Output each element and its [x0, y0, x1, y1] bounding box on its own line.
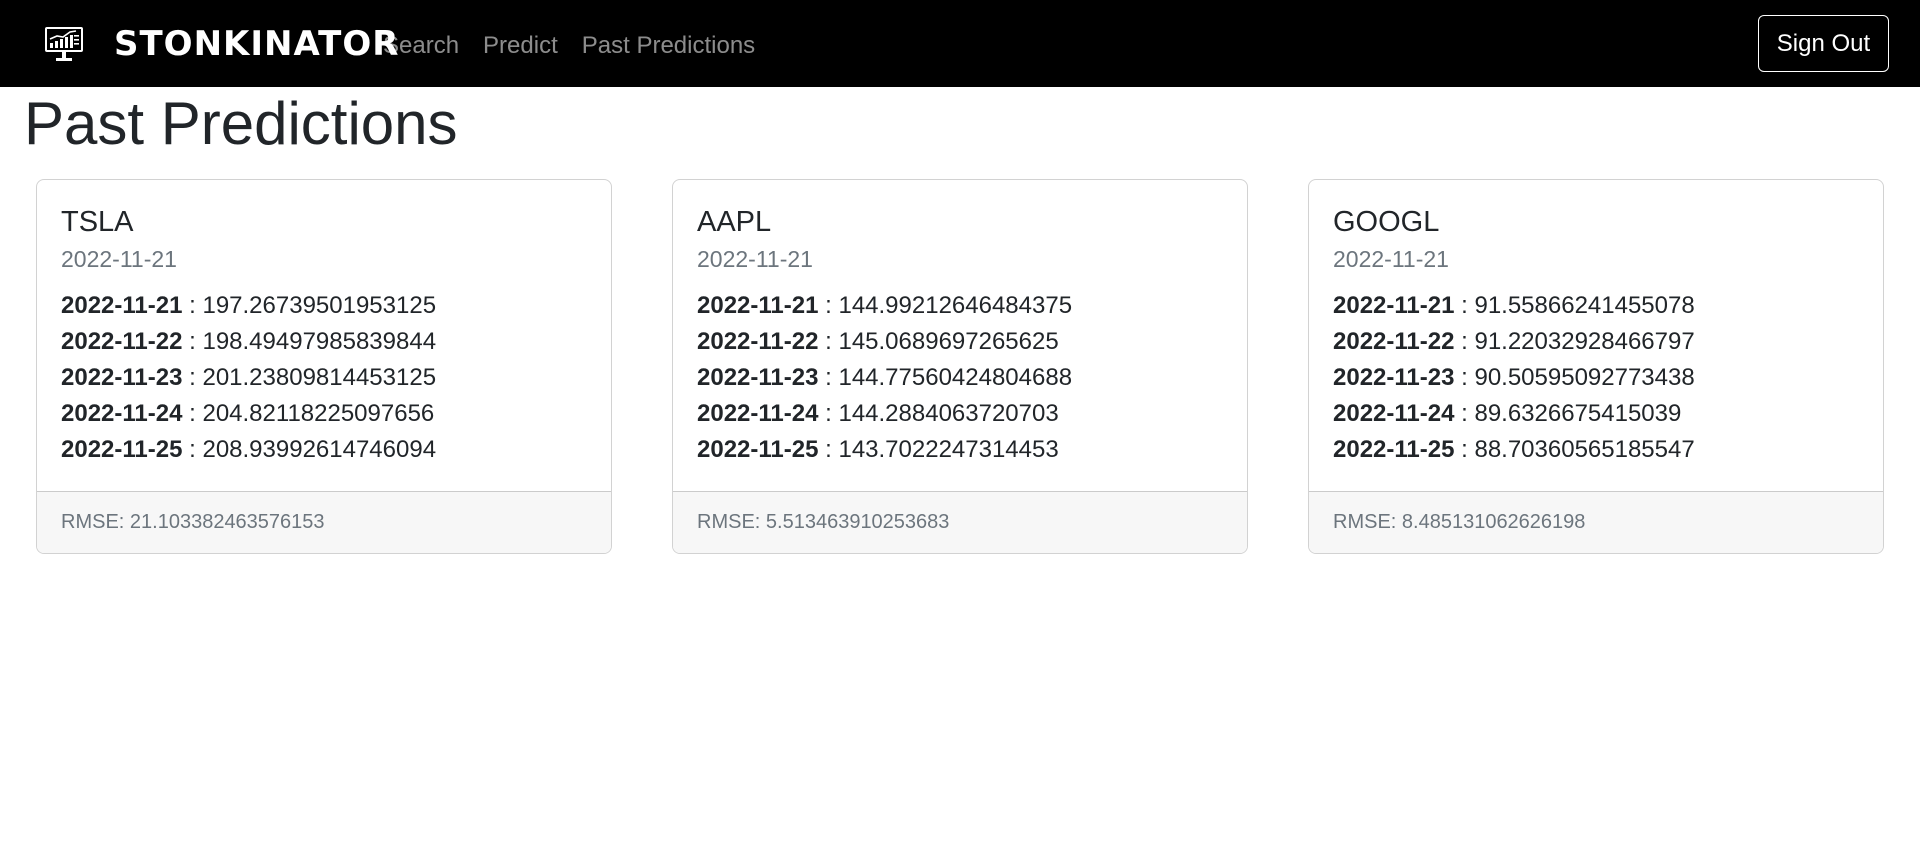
prediction-card-aapl: AAPL 2022-11-21 2022-11-21 : 144.9921264… — [672, 179, 1248, 554]
prediction-row: 2022-11-25 : 143.7022247314453 — [697, 436, 1059, 463]
prediction-value: 144.2884063720703 — [838, 400, 1059, 427]
prediction-date: 2022-11-25 — [1333, 436, 1455, 463]
prediction-value: 197.26739501953125 — [202, 292, 437, 319]
prediction-value: 204.82118225097656 — [202, 400, 435, 427]
prediction-date: 2022-11-23 — [1333, 364, 1455, 391]
card-date: 2022-11-21 — [697, 246, 813, 272]
top-navbar: STONKINATOR Search Predict Past Predicti… — [0, 0, 1920, 87]
nav-link-past-predictions[interactable]: Past Predictions — [582, 28, 755, 64]
card-footer-rmse: RMSE: 21.103382463576153 — [37, 491, 611, 553]
prediction-row: 2022-11-21 : 91.55866241455078 — [1333, 292, 1695, 319]
prediction-row: 2022-11-24 : 89.6326675415039 — [1333, 400, 1682, 427]
prediction-date: 2022-11-23 — [61, 364, 183, 391]
page-title: Past Predictions — [24, 90, 458, 157]
prediction-row: 2022-11-24 : 204.82118225097656 — [61, 400, 435, 427]
prediction-value: 145.0689697265625 — [838, 328, 1059, 355]
prediction-date: 2022-11-23 — [697, 364, 819, 391]
card-date: 2022-11-21 — [1333, 246, 1449, 272]
prediction-row: 2022-11-22 : 91.22032928466797 — [1333, 328, 1695, 355]
prediction-date: 2022-11-25 — [697, 436, 819, 463]
prediction-value: 143.7022247314453 — [838, 436, 1059, 463]
nav-link-predict[interactable]: Predict — [483, 28, 558, 64]
card-body: AAPL 2022-11-21 2022-11-21 : 144.9921264… — [697, 204, 1223, 468]
prediction-value: 91.55866241455078 — [1474, 292, 1695, 319]
prediction-date: 2022-11-21 — [1333, 292, 1455, 319]
prediction-date: 2022-11-25 — [61, 436, 183, 463]
card-body: TSLA 2022-11-21 2022-11-21 : 197.2673950… — [61, 204, 587, 468]
prediction-value: 89.6326675415039 — [1474, 400, 1682, 427]
prediction-date: 2022-11-21 — [61, 292, 183, 319]
prediction-card-tsla: TSLA 2022-11-21 2022-11-21 : 197.2673950… — [36, 179, 612, 554]
prediction-row: 2022-11-21 : 197.26739501953125 — [61, 292, 437, 319]
prediction-value: 198.49497985839844 — [202, 328, 437, 355]
card-ticker: TSLA — [61, 206, 134, 238]
prediction-date: 2022-11-21 — [697, 292, 819, 319]
nav-link-search[interactable]: Search — [383, 28, 459, 64]
prediction-row: 2022-11-23 : 201.23809814453125 — [61, 364, 437, 391]
prediction-value: 88.70360565185547 — [1474, 436, 1695, 463]
card-footer-rmse: RMSE: 5.513463910253683 — [673, 491, 1247, 553]
prediction-row: 2022-11-25 : 208.93992614746094 — [61, 436, 437, 463]
prediction-value: 90.50595092773438 — [1474, 364, 1695, 391]
nav-links: Search Predict Past Predictions — [383, 28, 779, 64]
prediction-row: 2022-11-24 : 144.2884063720703 — [697, 400, 1059, 427]
prediction-date: 2022-11-24 — [61, 400, 183, 427]
card-ticker: AAPL — [697, 206, 772, 238]
prediction-value: 144.99212646484375 — [838, 292, 1073, 319]
brand-name[interactable]: STONKINATOR — [114, 22, 399, 66]
sign-out-button[interactable]: Sign Out — [1758, 15, 1889, 72]
prediction-row: 2022-11-22 : 145.0689697265625 — [697, 328, 1059, 355]
prediction-value: 208.93992614746094 — [202, 436, 437, 463]
prediction-row: 2022-11-25 : 88.70360565185547 — [1333, 436, 1695, 463]
prediction-value: 91.22032928466797 — [1474, 328, 1695, 355]
stock-chart-monitor-icon[interactable] — [44, 26, 84, 62]
prediction-card-googl: GOOGL 2022-11-21 2022-11-21 : 91.5586624… — [1308, 179, 1884, 554]
prediction-row: 2022-11-23 : 90.50595092773438 — [1333, 364, 1695, 391]
prediction-value: 201.23809814453125 — [202, 364, 437, 391]
prediction-date: 2022-11-24 — [697, 400, 819, 427]
prediction-date: 2022-11-22 — [697, 328, 819, 355]
prediction-list: 2022-11-21 : 144.99212646484375 2022-11-… — [697, 288, 1223, 468]
prediction-date: 2022-11-22 — [61, 328, 183, 355]
prediction-value: 144.77560424804688 — [838, 364, 1073, 391]
prediction-row: 2022-11-23 : 144.77560424804688 — [697, 364, 1073, 391]
card-date: 2022-11-21 — [61, 246, 177, 272]
prediction-date: 2022-11-24 — [1333, 400, 1455, 427]
prediction-list: 2022-11-21 : 197.26739501953125 2022-11-… — [61, 288, 587, 468]
prediction-row: 2022-11-21 : 144.99212646484375 — [697, 292, 1073, 319]
prediction-row: 2022-11-22 : 198.49497985839844 — [61, 328, 437, 355]
card-ticker: GOOGL — [1333, 206, 1440, 238]
card-footer-rmse: RMSE: 8.485131062626198 — [1309, 491, 1883, 553]
prediction-date: 2022-11-22 — [1333, 328, 1455, 355]
prediction-list: 2022-11-21 : 91.55866241455078 2022-11-2… — [1333, 288, 1859, 468]
card-body: GOOGL 2022-11-21 2022-11-21 : 91.5586624… — [1333, 204, 1859, 468]
